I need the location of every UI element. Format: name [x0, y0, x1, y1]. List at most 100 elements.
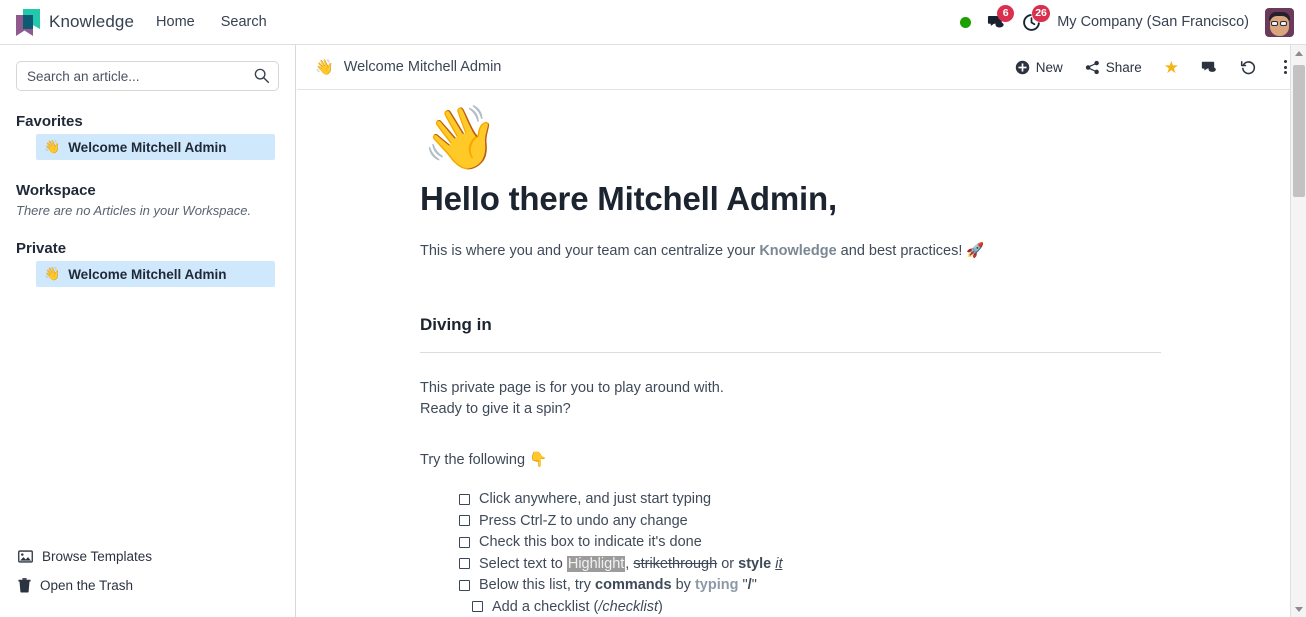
share-icon: [1085, 60, 1099, 74]
list-item[interactable]: Add a checklist (/checklist): [472, 597, 1161, 617]
section-title-workspace: Workspace: [16, 182, 96, 199]
nav-item-home[interactable]: Home: [156, 14, 195, 30]
breadcrumb[interactable]: 👋 Welcome Mitchell Admin: [315, 58, 501, 76]
text-plain: ": [738, 577, 748, 593]
search-input[interactable]: [16, 61, 279, 91]
brand-logo-area[interactable]: Knowledge: [14, 7, 134, 37]
page-title: Hello there Mitchell Admin,: [420, 180, 837, 217]
document-toolbar: New Share ★: [1015, 58, 1292, 76]
checkbox[interactable]: [459, 579, 470, 591]
list-item-label: Press Ctrl-Z to undo any change: [479, 512, 688, 529]
gray-text: typing: [694, 577, 739, 593]
breadcrumb-article-name[interactable]: Welcome Mitchell Admin: [344, 59, 502, 75]
text-plain: ": [751, 577, 757, 593]
hero-wave-emoji-icon: 👋: [422, 104, 500, 173]
list-item[interactable]: Check this box to indicate it's done: [459, 532, 1161, 553]
document-body: 👋 Hello there Mitchell Admin, This is wh…: [297, 90, 1306, 617]
section-heading-diving-in: Diving in: [420, 315, 492, 334]
section-title-private: Private: [16, 240, 67, 257]
workspace-empty-note: There are no Articles in your Workspace.: [16, 203, 252, 218]
list-item-label: Click anywhere, and just start typing: [479, 491, 712, 507]
bold-text: commands: [595, 577, 672, 593]
bold-text: style: [738, 555, 772, 572]
scroll-down-arrow-icon[interactable]: [1291, 601, 1306, 617]
section-divider: [420, 352, 1161, 353]
trash-icon: [18, 578, 31, 593]
try-the-following-line: Try the following 👇: [420, 452, 548, 468]
share-label: Share: [1105, 59, 1142, 75]
list-item-label: Below this list, try commands by typing …: [479, 575, 757, 596]
nav-item-search[interactable]: Search: [221, 14, 267, 30]
bookmark-logo-icon: [14, 7, 40, 37]
text-plain: Below this list, try: [479, 577, 596, 593]
top-navigation-bar: Knowledge Home Search 6 26 My Company (S…: [0, 0, 1306, 45]
document-header: 👋 Welcome Mitchell Admin New Share ★: [297, 45, 1306, 90]
search-icon[interactable]: [253, 67, 270, 84]
top-right-tools: 6 26 My Company (San Francisco): [960, 4, 1294, 37]
company-selector[interactable]: My Company (San Francisco): [1057, 14, 1249, 30]
command-text: /checklist: [598, 598, 659, 615]
online-status-dot[interactable]: [960, 16, 972, 28]
italic-underline-text: it: [775, 555, 783, 572]
brand-name: Knowledge: [49, 12, 135, 31]
list-item-label: Select text to Highlight, strikethrough …: [479, 554, 782, 575]
sidebar-footer: Browse Templates Open the Trash: [0, 549, 295, 607]
section-title-favorites: Favorites: [16, 113, 83, 130]
messages-button[interactable]: 6: [987, 4, 1015, 32]
paragraph-private-page: This private page is for you to play aro…: [420, 380, 724, 396]
sidebar-item-label: Welcome Mitchell Admin: [68, 266, 227, 282]
messages-badge: 6: [997, 4, 1015, 22]
activities-badge: 26: [1032, 4, 1050, 22]
scroll-up-arrow-icon[interactable]: [1291, 45, 1306, 61]
browse-templates-label: Browse Templates: [42, 549, 153, 564]
new-article-button[interactable]: New: [1015, 60, 1063, 75]
strikethrough-text: strikethrough: [633, 555, 718, 572]
wave-emoji-icon: 👋: [315, 59, 334, 76]
history-icon[interactable]: [1240, 59, 1257, 76]
list-item[interactable]: Click anywhere, and just start typing: [459, 489, 1161, 510]
list-item[interactable]: Below this list, try commands by typing …: [459, 575, 1161, 596]
highlighted-text: Highlight: [566, 555, 626, 572]
knowledge-link[interactable]: Knowledge: [759, 243, 836, 259]
primary-nav: Home Search: [156, 14, 267, 30]
list-item[interactable]: Press Ctrl-Z to undo any change: [459, 511, 1161, 532]
list-item-label: Add a checklist (/checklist): [492, 597, 663, 617]
vertical-scrollbar[interactable]: [1290, 45, 1306, 617]
sidebar-item-label: Welcome Mitchell Admin: [68, 139, 227, 155]
checkbox[interactable]: [459, 493, 470, 505]
checkbox[interactable]: [472, 601, 483, 612]
checklist: Click anywhere, and just start typing Pr…: [420, 489, 1161, 596]
checkbox[interactable]: [459, 558, 470, 569]
wave-emoji-icon: 👋: [44, 139, 61, 154]
checkbox[interactable]: [459, 515, 470, 526]
open-trash-button[interactable]: Open the Trash: [18, 578, 295, 593]
browse-templates-button[interactable]: Browse Templates: [18, 549, 295, 564]
text-plain: or: [717, 555, 739, 572]
activities-button[interactable]: 26: [1022, 4, 1050, 32]
list-item[interactable]: Select text to Highlight, strikethrough …: [459, 554, 1161, 575]
lead-text-after: and best practices! 🚀: [836, 243, 985, 259]
star-icon[interactable]: ★: [1164, 59, 1179, 76]
sidebar-item-welcome-private[interactable]: 👋 Welcome Mitchell Admin: [36, 261, 275, 287]
open-trash-label: Open the Trash: [40, 578, 134, 593]
paragraph-ready-spin: Ready to give it a spin?: [420, 401, 571, 417]
main-content: 👋 Welcome Mitchell Admin New Share ★ 👋 H…: [297, 45, 1306, 617]
text-plain: ): [658, 598, 663, 615]
share-button[interactable]: Share: [1085, 60, 1142, 75]
chat-bubble-icon[interactable]: [1201, 59, 1218, 76]
text-plain: by: [671, 577, 695, 593]
sidebar-item-welcome-favorite[interactable]: 👋 Welcome Mitchell Admin: [36, 134, 275, 160]
user-avatar[interactable]: [1265, 7, 1294, 37]
text-plain: Add a checklist (: [492, 598, 599, 615]
scrollbar-thumb[interactable]: [1293, 65, 1305, 197]
sidebar: Favorites 👋 Welcome Mitchell Admin Works…: [0, 45, 296, 617]
list-item-label: Check this box to indicate it's done: [479, 534, 702, 550]
checkbox[interactable]: [459, 536, 470, 548]
lead-paragraph: This is where you and your team can cent…: [420, 242, 1161, 259]
image-icon: [18, 550, 33, 563]
plus-circle-icon: [1015, 60, 1029, 74]
nested-checklist: Add a checklist (/checklist) Add a separ…: [420, 597, 1161, 617]
article-search-box: [16, 61, 279, 91]
wave-emoji-icon: 👋: [44, 266, 61, 281]
lead-text-before: This is where you and your team can cent…: [420, 243, 760, 259]
